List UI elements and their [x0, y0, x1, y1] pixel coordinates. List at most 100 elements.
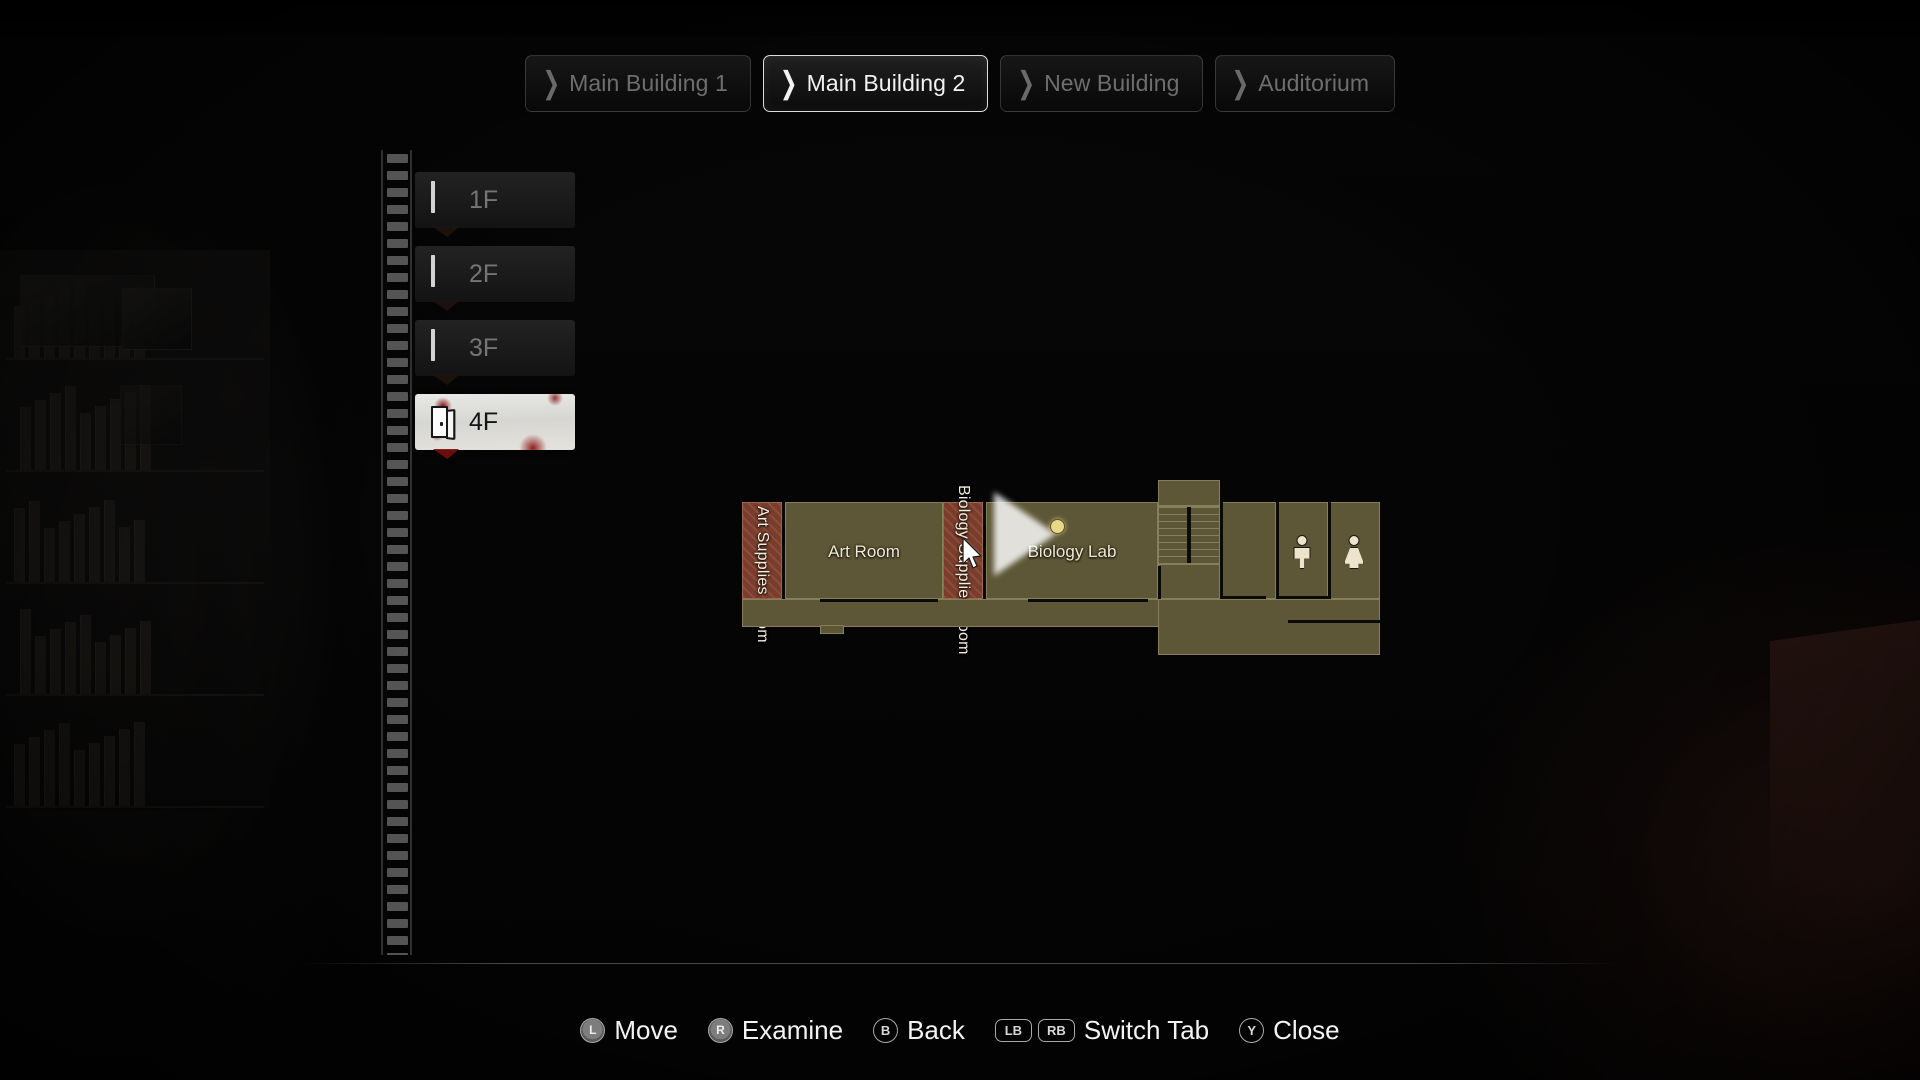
filmstrip-notch — [387, 188, 408, 197]
floor-item-1f[interactable]: 1F — [415, 172, 575, 228]
filmstrip-notch — [387, 698, 408, 707]
controller-prompt-bar: L Move R Examine B Back LB RB Switch Tab… — [0, 1000, 1920, 1060]
filmstrip-notch — [387, 579, 408, 588]
floor-item-label: 1F — [469, 185, 499, 214]
door-closed-icon — [431, 329, 457, 365]
filmstrip-notch — [387, 817, 408, 826]
room-art-room[interactable] — [785, 502, 943, 599]
prompt-examine[interactable]: R Examine — [707, 1015, 843, 1046]
chevron-right-icon: ❯ — [542, 66, 561, 100]
tab-auditorium[interactable]: ❯ Auditorium — [1214, 54, 1395, 112]
filmstrip-notch — [387, 732, 408, 741]
screen-top-shade — [0, 0, 1920, 36]
stair-handrail — [1187, 507, 1191, 563]
tab-label: New Building — [1044, 69, 1180, 96]
filmstrip-notch — [387, 154, 408, 163]
floor-map-4f: Art Supplies Room Art Room Biology Suppl… — [742, 480, 1478, 675]
room-art-supplies[interactable] — [742, 502, 782, 599]
door-closed-icon — [431, 181, 457, 217]
filmstrip-notch — [387, 647, 408, 656]
filmstrip-notch — [387, 834, 408, 843]
wall-segment — [1220, 502, 1223, 599]
filmstrip-notch — [387, 562, 408, 571]
filmstrip-notch — [387, 664, 408, 673]
filmstrip-notch — [387, 494, 408, 503]
tab-main-building-1[interactable]: ❯ Main Building 1 — [525, 54, 751, 112]
filmstrip-notch — [387, 341, 408, 350]
floor-item-label: 4F — [469, 407, 499, 436]
filmstrip-notch — [387, 783, 408, 792]
stairwell[interactable] — [1158, 506, 1220, 564]
b-button-icon: B — [873, 1017, 899, 1043]
floor-selector-list: 1F 2F 3F 4F — [415, 172, 575, 468]
chevron-right-icon: ❯ — [1231, 66, 1250, 100]
floor-item-4f[interactable]: 4F — [415, 394, 575, 450]
map-screen: ❯ Main Building 1 ❯ Main Building 2 ❯ Ne… — [0, 0, 1920, 1080]
female-restroom-icon — [1344, 535, 1364, 569]
prompt-label: Switch Tab — [1083, 1014, 1210, 1045]
prompt-move[interactable]: L Move — [580, 1015, 678, 1046]
floor-item-label: 2F — [469, 259, 499, 288]
filmstrip-notch — [387, 953, 408, 955]
footer-divider — [300, 963, 1620, 964]
wall-segment — [1028, 599, 1148, 602]
filmstrip-notch — [387, 222, 408, 231]
corridor-right — [1220, 502, 1276, 599]
filmstrip-notch — [387, 851, 408, 860]
filmstrip-notch — [387, 205, 408, 214]
filmstrip-notch — [387, 630, 408, 639]
prompt-switch-tab[interactable]: LB RB Switch Tab — [994, 1014, 1210, 1046]
wall-segment — [1288, 620, 1380, 623]
floor-item-2f[interactable]: 2F — [415, 246, 575, 302]
prompt-close[interactable]: Y Close — [1239, 1014, 1340, 1046]
wall-segment — [820, 599, 938, 602]
corridor-notch — [820, 625, 844, 634]
filmstrip-notch — [387, 392, 408, 401]
filmstrip-notch — [387, 885, 408, 894]
filmstrip-notch — [387, 426, 408, 435]
filmstrip-notch — [387, 511, 408, 520]
filmstrip-notch — [387, 307, 408, 316]
filmstrip-notch — [387, 171, 408, 180]
room-biology-lab[interactable] — [986, 502, 1158, 599]
male-restroom-icon — [1292, 535, 1312, 569]
filmstrip-notch — [387, 460, 408, 469]
filmstrip-notch — [387, 528, 408, 537]
door-open-icon — [431, 405, 457, 441]
prompt-label: Close — [1273, 1014, 1340, 1045]
filmstrip-notch — [387, 800, 408, 809]
filmstrip-notch — [387, 256, 408, 265]
floor-item-label: 3F — [469, 333, 499, 362]
tab-label: Main Building 1 — [569, 69, 728, 96]
filmstrip-notch — [387, 239, 408, 248]
wall-segment — [1328, 502, 1331, 599]
tab-main-building-2[interactable]: ❯ Main Building 2 — [762, 54, 989, 112]
filmstrip-notch — [387, 273, 408, 282]
right-stick-icon: R — [707, 1017, 733, 1043]
filmstrip-notch — [387, 358, 408, 367]
tab-label: Auditorium — [1258, 69, 1370, 96]
chevron-right-icon: ❯ — [779, 66, 798, 100]
map-viewport[interactable]: Art Supplies Room Art Room Biology Suppl… — [0, 120, 1920, 932]
door-closed-icon — [431, 255, 457, 291]
filmstrip-notch — [387, 290, 408, 299]
filmstrip-notch — [387, 324, 408, 333]
stairwell-upper-landing — [1158, 480, 1220, 506]
filmstrip-notch — [387, 545, 408, 554]
rb-button-icon: RB — [1037, 1018, 1075, 1042]
filmstrip-notch — [387, 596, 408, 605]
room-biology-supplies[interactable] — [943, 502, 983, 599]
floor-item-3f[interactable]: 3F — [415, 320, 575, 376]
filmstrip-notch — [387, 868, 408, 877]
filmstrip-notch — [387, 443, 408, 452]
filmstrip-notch — [387, 902, 408, 911]
filmstrip-notch — [387, 613, 408, 622]
wall-segment — [1158, 566, 1161, 599]
prompt-back[interactable]: B Back — [873, 1015, 965, 1046]
tab-new-building[interactable]: ❯ New Building — [1000, 54, 1203, 112]
filmstrip-notch — [387, 749, 408, 758]
corridor-bottom-extension — [1158, 599, 1380, 655]
filmstrip-notch — [387, 715, 408, 724]
lb-button-icon: LB — [994, 1018, 1032, 1042]
tab-label: Main Building 2 — [806, 69, 966, 96]
